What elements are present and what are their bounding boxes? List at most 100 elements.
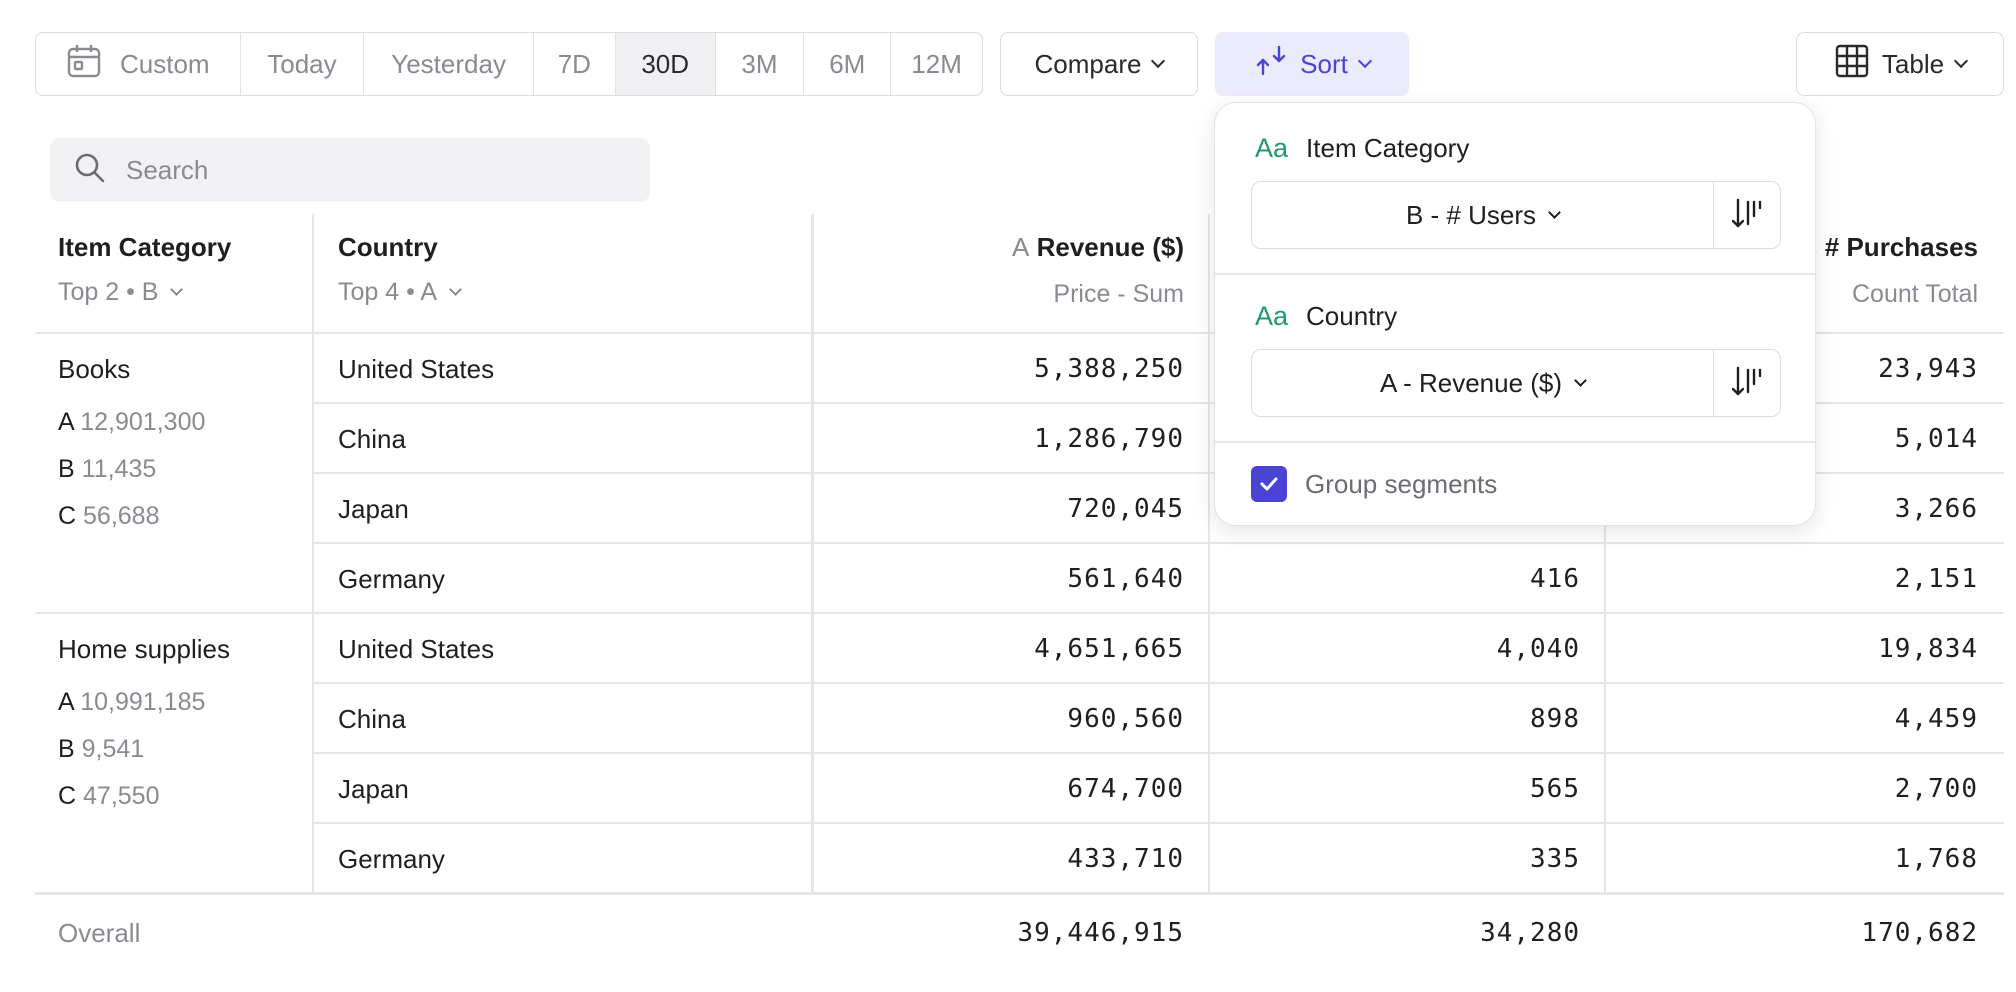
item-category-limit-label: Top 2 • B [58,278,159,306]
header-revenue-sub: Price - Sum [1053,280,1184,308]
category-stat: C 47,550 [58,782,159,811]
checkmark-icon [1260,477,1278,491]
stat-key: B [58,735,75,763]
category-stat: B 9,541 [58,735,144,764]
sort-field-label: Country [1306,301,1398,331]
row-divider [312,822,2004,824]
sort-popover: Aa Item Category B - # Users Aa Country [1214,102,1816,526]
chevron-down-icon [1548,205,1561,219]
sort-button[interactable]: Sort [1215,32,1409,96]
country-cell: United States [338,354,495,384]
stat-key: A [58,408,74,436]
column-divider [1208,214,1210,892]
users-cell: 565 [1530,774,1580,804]
chevron-down-icon [1574,373,1587,387]
country-cell: China [338,704,406,734]
country-cell: United States [338,634,495,664]
stat-key: A [58,688,74,716]
sort-label: Sort [1300,48,1348,79]
popover-divider [1215,441,1815,443]
revenue-cell: 433,710 [1067,844,1184,874]
stat-value: 47,550 [83,782,160,810]
column-divider [312,214,314,892]
header-country[interactable]: Country [338,232,438,263]
popover-divider [1215,273,1815,275]
date-range-custom[interactable]: Custom [36,33,241,95]
date-range-selector: Custom Today Yesterday 7D 30D 3M 6M 12M [35,32,983,96]
search-input[interactable] [126,154,586,186]
revenue-cell: 5,388,250 [1034,354,1184,384]
header-purchases-sub: Count Total [1851,280,1978,308]
purchases-cell: 4,459 [1894,704,1978,734]
compare-button[interactable]: Compare [1000,32,1198,96]
sort-field-item-category: Aa Item Category [1255,133,1469,164]
row-divider [312,542,2004,544]
sort-direction-toggle[interactable] [1714,182,1780,248]
sort-descending-icon [1730,364,1764,403]
revenue-cell: 4,651,665 [1034,634,1184,664]
search-box [50,138,650,202]
date-range-3m[interactable]: 3M [716,33,805,95]
row-divider [312,682,2004,684]
overall-purchases: 170,682 [1861,918,1978,948]
chevron-down-icon [1151,53,1166,69]
category-name: Books [58,354,131,384]
country-limit-label: Top 4 • A [338,278,438,306]
country-cell: Japan [338,774,409,804]
sort-field-label: Item Category [1306,133,1470,163]
sort-arrows-icon [1254,44,1288,85]
header-item-category[interactable]: Item Category [58,232,231,263]
users-cell: 335 [1530,844,1580,874]
date-range-7d[interactable]: 7D [534,33,616,95]
date-range-custom-label: Custom [119,48,210,79]
purchases-cell: 5,014 [1894,424,1978,454]
stat-value: 9,541 [81,735,145,763]
purchases-cell: 2,700 [1894,774,1978,804]
column-divider [811,214,814,892]
revenue-cell: 561,640 [1067,564,1184,594]
sort-select-item-category: B - # Users [1251,181,1781,249]
group-segments-checkbox[interactable] [1251,466,1287,502]
chevron-down-icon [170,283,184,296]
country-limit-dropdown[interactable]: Top 4 • A [338,278,462,307]
date-range-today[interactable]: Today [241,33,365,95]
sort-by-dropdown[interactable]: B - # Users [1252,182,1714,248]
sort-descending-icon [1730,196,1764,235]
group-segments-label: Group segments [1305,468,1498,499]
sort-by-dropdown[interactable]: A - Revenue ($) [1252,350,1714,416]
revenue-cell: 720,045 [1067,494,1184,524]
view-type-button[interactable]: Table [1796,32,2004,96]
row-divider [312,752,2004,754]
date-range-6m[interactable]: 6M [804,33,892,95]
revenue-cell: 1,286,790 [1034,424,1184,454]
purchases-cell: 1,768 [1894,844,1978,874]
revenue-cell: 960,560 [1067,704,1184,734]
stat-key: C [58,782,77,810]
category-name: Home supplies [58,634,230,664]
stat-value: 10,991,185 [80,688,206,716]
purchases-cell: 23,943 [1878,354,1978,384]
header-purchases-title: # Purchases [1824,232,1978,262]
sort-direction-toggle[interactable] [1714,350,1780,416]
chevron-down-icon [1954,53,1969,69]
users-cell: 416 [1530,564,1580,594]
date-range-12m[interactable]: 12M [891,33,982,95]
header-purchases[interactable]: C # Purchases [1799,232,1978,263]
header-revenue[interactable]: A Revenue ($) [1012,232,1184,263]
sort-by-value: B - # Users [1405,199,1537,230]
sort-field-country: Aa Country [1255,301,1397,332]
chevron-down-icon [1357,53,1372,69]
overall-users: 34,280 [1480,918,1580,948]
date-range-30d[interactable]: 30D [615,33,716,95]
overall-revenue: 39,446,915 [1017,918,1184,948]
calendar-icon [66,43,102,86]
category-stat: C 56,688 [58,502,159,531]
group-segments-option[interactable]: Group segments [1251,466,1497,502]
stat-value: 12,901,300 [80,408,206,436]
category-stat: A 10,991,185 [58,688,205,717]
group-divider [35,612,2004,614]
item-category-limit-dropdown[interactable]: Top 2 • B [58,278,184,307]
date-range-yesterday[interactable]: Yesterday [364,33,534,95]
purchases-cell: 3,266 [1894,494,1978,524]
text-type-icon: Aa [1255,133,1289,163]
